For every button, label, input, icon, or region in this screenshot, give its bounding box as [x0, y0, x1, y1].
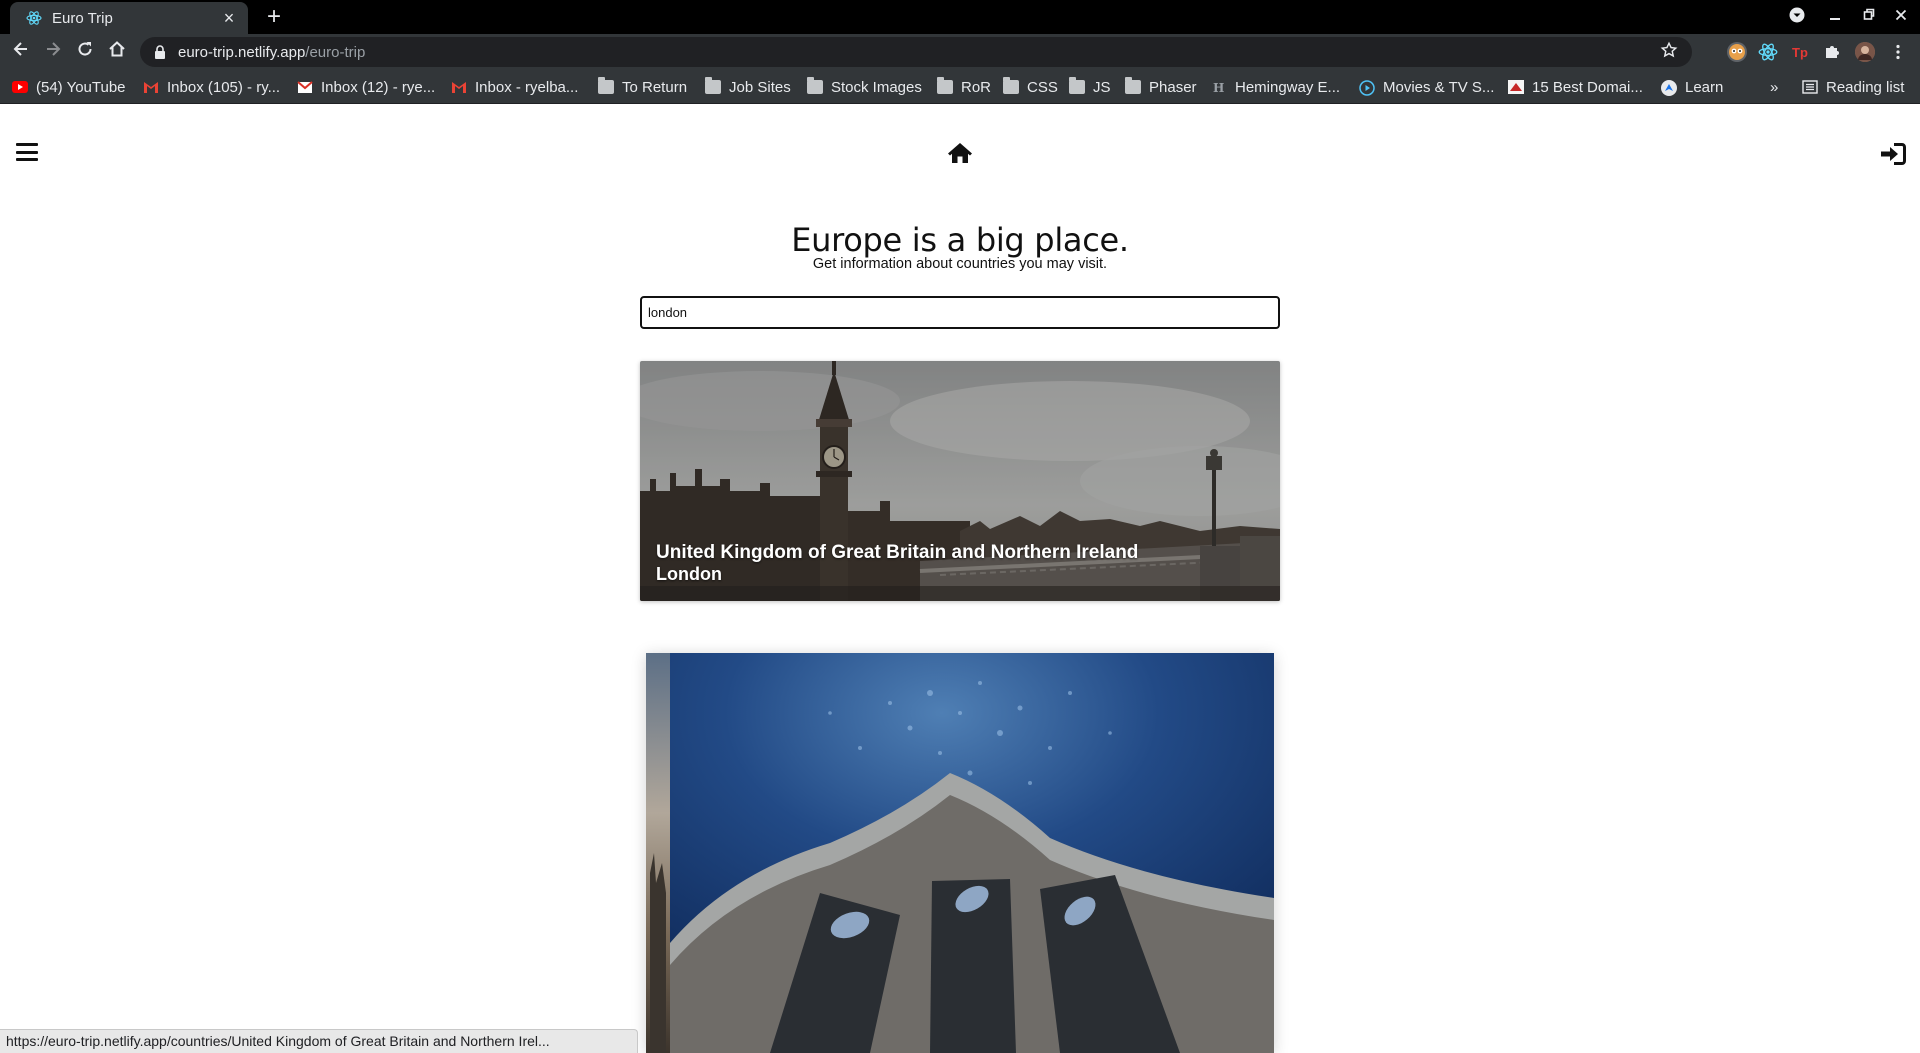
address-bar[interactable]: euro-trip.netlify.app/euro-trip [140, 37, 1692, 67]
reload-icon[interactable] [72, 39, 98, 65]
bookmark-folder[interactable]: JS [1069, 76, 1111, 98]
forward-icon[interactable] [40, 39, 66, 65]
close-window-icon[interactable] [1890, 7, 1912, 27]
app-navbar [0, 104, 1920, 200]
folder-icon [1069, 77, 1085, 94]
sign-in-icon[interactable] [1880, 142, 1906, 166]
bookmark-item[interactable]: 15 Best Domai... [1508, 76, 1643, 98]
play-icon [1359, 80, 1375, 96]
country-card[interactable]: United Kingdom of Great Britain and Nort… [640, 361, 1280, 601]
minimize-icon[interactable] [1824, 7, 1846, 27]
browser-tab[interactable]: Euro Trip × [10, 2, 248, 34]
bookmark-item[interactable]: Inbox (105) - ry... [143, 76, 280, 98]
bookmark-item[interactable]: (54) YouTube [12, 76, 126, 98]
folder-icon [1125, 77, 1141, 94]
svg-text:H: H [1213, 81, 1224, 94]
sunset-strip-image [646, 653, 670, 1053]
profile-menu-icon[interactable] [1786, 7, 1808, 27]
react-favicon-icon [26, 10, 42, 26]
bookmark-folder[interactable]: Phaser [1125, 76, 1197, 98]
bookmark-folder[interactable]: Stock Images [807, 76, 922, 98]
capital-name: London [656, 564, 722, 584]
country-search-input[interactable] [640, 296, 1280, 329]
folder-icon [705, 77, 721, 94]
mail-icon [297, 80, 313, 94]
gmail-icon [143, 80, 159, 94]
reading-list-button[interactable]: Reading list [1802, 76, 1904, 98]
site-icon [1508, 80, 1524, 94]
browser-menu-icon[interactable] [1888, 42, 1908, 62]
bookmark-item[interactable]: H Hemingway E... [1211, 76, 1340, 98]
lock-icon [154, 45, 166, 59]
bookmark-item[interactable]: Inbox - ryelba... [451, 76, 578, 98]
reading-list-icon [1802, 80, 1818, 94]
background-image-card [646, 653, 1274, 1053]
bookmark-folder[interactable]: Job Sites [705, 76, 791, 98]
folder-icon [598, 77, 614, 94]
home-icon[interactable] [947, 141, 973, 165]
back-icon[interactable] [8, 39, 34, 65]
bookmark-folder[interactable]: RoR [937, 76, 991, 98]
card-overlay [640, 361, 1280, 601]
restore-icon[interactable] [1858, 7, 1880, 27]
bookmark-item[interactable]: Inbox (12) - rye... [297, 76, 435, 98]
link-status-bar: https://euro-trip.netlify.app/countries/… [0, 1029, 638, 1053]
folder-icon [807, 77, 823, 94]
bookmark-star-icon[interactable] [1660, 41, 1678, 64]
hemingway-icon: H [1211, 80, 1227, 95]
youtube-icon [12, 80, 28, 94]
bookmark-item[interactable]: Learn [1661, 76, 1723, 98]
url-text: euro-trip.netlify.app/euro-trip [178, 43, 366, 61]
folder-icon [937, 77, 953, 94]
bookmark-item[interactable]: Movies & TV S... [1359, 76, 1494, 98]
country-name: United Kingdom of Great Britain and Nort… [656, 542, 1139, 563]
extension-owl-icon[interactable] [1727, 42, 1747, 62]
bookmark-folder[interactable]: To Return [598, 76, 687, 98]
svg-text:Tp: Tp [1792, 45, 1808, 60]
folder-icon [1003, 77, 1019, 94]
menu-hamburger-icon[interactable] [16, 143, 38, 161]
page-subtitle: Get information about countries you may … [812, 256, 1108, 272]
home-browser-icon[interactable] [104, 39, 130, 65]
bookmark-folder[interactable]: CSS [1003, 76, 1058, 98]
gmail-icon [451, 80, 467, 94]
page-title: Europe is a big place. [791, 221, 1129, 259]
extensions-puzzle-icon[interactable] [1822, 42, 1842, 62]
pool-loungers-image [670, 653, 1274, 1053]
browser-tab-strip: Euro Trip × + [0, 0, 1920, 34]
extension-react-devtools-icon[interactable] [1758, 42, 1778, 62]
extension-tp-icon[interactable]: Tp [1790, 42, 1810, 62]
bookmarks-overflow-button[interactable]: » [1770, 76, 1778, 98]
profile-avatar-icon[interactable] [1855, 42, 1875, 62]
tab-title: Euro Trip [52, 9, 113, 27]
bookmarks-bar: (54) YouTube Inbox (105) - ry... Inbox (… [0, 70, 1920, 104]
learn-icon [1661, 80, 1677, 96]
new-tab-button[interactable]: + [260, 4, 288, 32]
tab-close-icon[interactable]: × [220, 8, 238, 29]
browser-toolbar: euro-trip.netlify.app/euro-trip Tp [0, 34, 1920, 70]
